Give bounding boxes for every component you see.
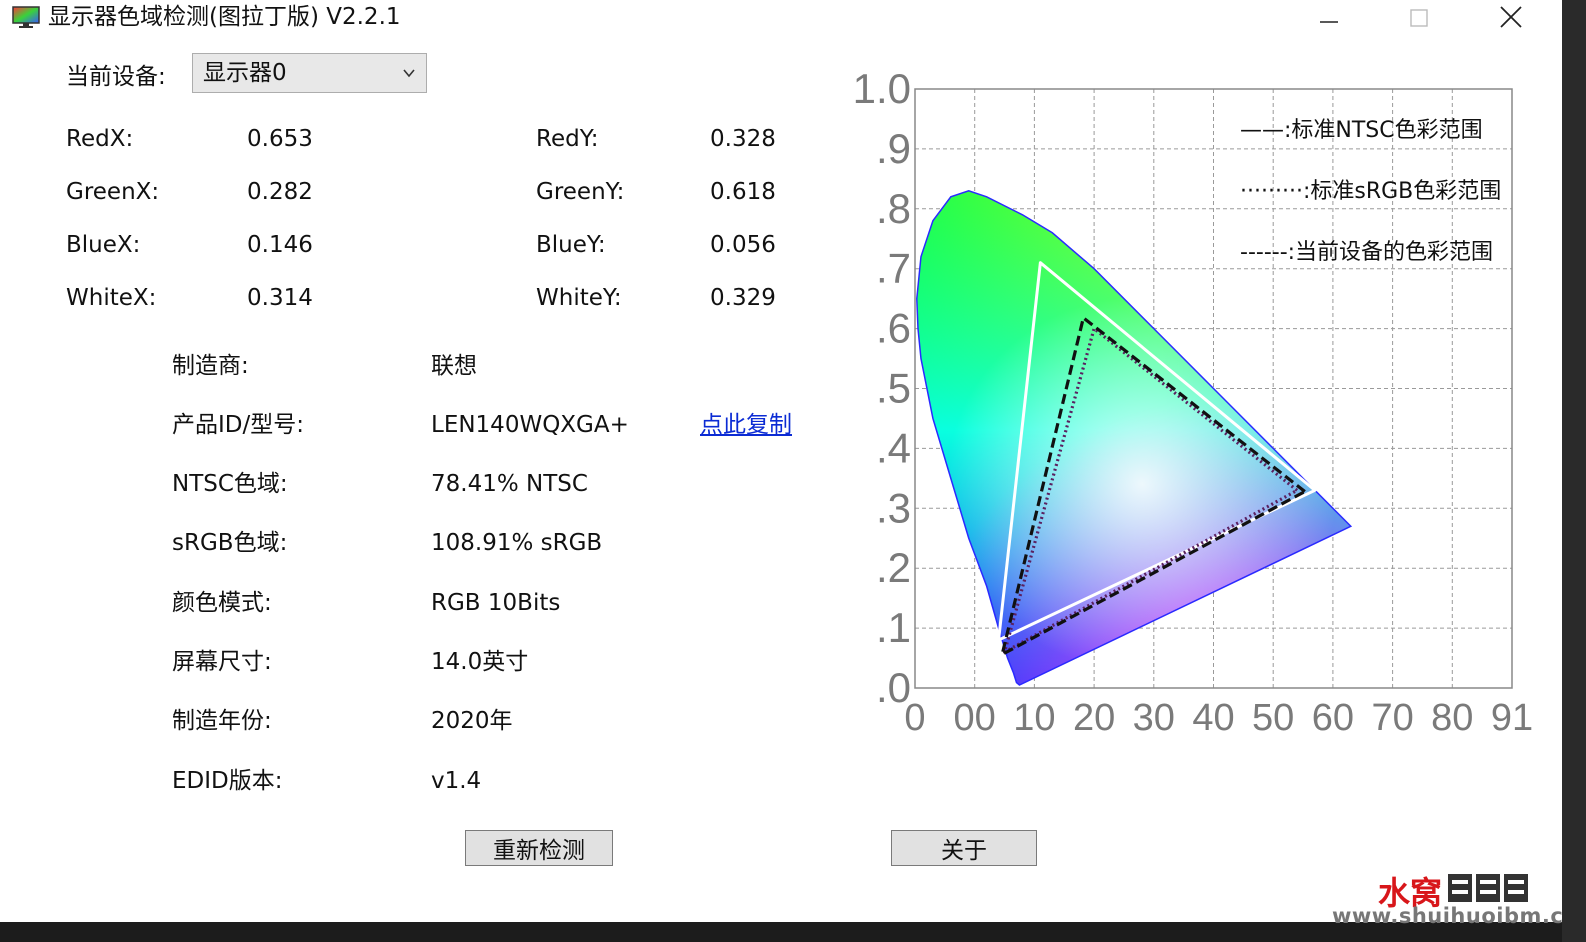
srgb-gamut-label: sRGB色域: xyxy=(172,530,288,556)
red-y-label: RedY: xyxy=(536,126,599,152)
device-select-value: 显示器0 xyxy=(203,60,287,86)
x-tick-label: 0 xyxy=(904,697,925,732)
green-x-value: 0.282 xyxy=(247,179,313,205)
manufacture-year-label: 制造年份: xyxy=(172,708,272,734)
product-id-label: 产品ID/型号: xyxy=(172,412,304,438)
x-tick-label: 91 xyxy=(1491,697,1533,732)
copy-link[interactable]: 点此复制 xyxy=(700,410,792,440)
cie-chromaticity-chart: .0.1.2.3.4.5.6.7.8.91.00 00 10 20 30 40 50 60 70… xyxy=(853,65,1534,732)
white-y-label: WhiteY: xyxy=(536,285,622,311)
edid-version-value: v1.4 xyxy=(431,768,482,794)
edid-version-label: EDID版本: xyxy=(172,768,283,794)
blue-x-label: BlueX: xyxy=(66,232,141,258)
screen-size-label: 屏幕尺寸: xyxy=(172,649,272,675)
device-select[interactable]: 显示器0 xyxy=(192,53,427,93)
about-button[interactable]: 关于 xyxy=(891,830,1037,866)
manufacturer-value: 联想 xyxy=(431,353,477,379)
green-y-value: 0.618 xyxy=(710,179,776,205)
x-tick-label: 30 xyxy=(1133,697,1175,732)
manufacturer-label: 制造商: xyxy=(172,353,249,379)
white-x-label: WhiteX: xyxy=(66,285,157,311)
title-bar[interactable]: 显示器色域检测(图拉丁版) V2.2.1 xyxy=(0,0,1562,36)
blue-y-value: 0.056 xyxy=(710,232,776,258)
y-tick-label: .9 xyxy=(876,125,911,172)
x-tick-label: 10 xyxy=(1013,697,1055,732)
spectral-locus-fill xyxy=(916,190,1351,686)
product-id-value: LEN140WQXGA+ xyxy=(431,412,629,438)
y-tick-label: .6 xyxy=(876,305,911,352)
y-tick-label: .2 xyxy=(876,544,911,591)
manufacture-year-value: 2020年 xyxy=(431,708,513,734)
red-x-label: RedX: xyxy=(66,126,134,152)
app-window: 显示器色域检测(图拉丁版) V2.2.1 当前设备: 显示器0 RedX: 0.… xyxy=(0,0,1586,928)
red-x-value: 0.653 xyxy=(247,126,313,152)
y-tick-label: .5 xyxy=(876,365,911,412)
srgb-gamut-value: 108.91% sRGB xyxy=(431,530,603,556)
window-title: 显示器色域检测(图拉丁版) V2.2.1 xyxy=(48,4,401,30)
maximize-button[interactable] xyxy=(1384,0,1454,34)
maximize-icon xyxy=(1410,9,1428,27)
desktop-edge xyxy=(1562,0,1586,942)
close-icon xyxy=(1500,6,1522,28)
ntsc-gamut-label: NTSC色域: xyxy=(172,471,288,497)
close-button[interactable] xyxy=(1476,0,1546,34)
ntsc-gamut-value: 78.41% NTSC xyxy=(431,471,588,497)
x-tick-label: 80 xyxy=(1431,697,1473,732)
device-label: 当前设备: xyxy=(66,64,166,90)
x-tick-label: 50 xyxy=(1252,697,1294,732)
minimize-button[interactable] xyxy=(1294,0,1364,34)
screen-size-value: 14.0英寸 xyxy=(431,649,529,675)
x-tick-label: 40 xyxy=(1192,697,1234,732)
color-mode-label: 颜色模式: xyxy=(172,590,272,616)
y-tick-label: 1.0 xyxy=(853,65,911,112)
minimize-icon xyxy=(1320,21,1338,23)
green-x-label: GreenX: xyxy=(66,179,160,205)
y-tick-label: .8 xyxy=(876,185,911,232)
redetect-button[interactable]: 重新检测 xyxy=(465,830,613,866)
x-tick-label: 00 xyxy=(954,697,996,732)
x-tick-label: 70 xyxy=(1371,697,1413,732)
x-tick-label: 20 xyxy=(1073,697,1115,732)
legend-ntsc: ——:标准NTSC色彩范围 xyxy=(1240,118,1483,143)
y-tick-label: .1 xyxy=(876,604,911,651)
blue-y-label: BlueY: xyxy=(536,232,606,258)
watermark-url: www.shuihuoibm.com xyxy=(1332,904,1586,928)
legend-device: ------:当前设备的色彩范围 xyxy=(1240,240,1494,265)
monitor-icon xyxy=(12,6,40,28)
green-y-label: GreenY: xyxy=(536,179,625,205)
red-y-value: 0.328 xyxy=(710,126,776,152)
chevron-down-icon xyxy=(403,69,415,78)
watermark-logo xyxy=(1448,874,1528,902)
y-tick-label: .7 xyxy=(876,245,911,292)
x-tick-label: 60 xyxy=(1312,697,1354,732)
color-mode-value: RGB 10Bits xyxy=(431,590,561,616)
white-x-value: 0.314 xyxy=(247,285,313,311)
y-tick-label: .3 xyxy=(876,484,911,531)
blue-x-value: 0.146 xyxy=(247,232,313,258)
legend-srgb: ·········:标准sRGB色彩范围 xyxy=(1240,179,1502,204)
white-y-value: 0.329 xyxy=(710,285,776,311)
y-tick-label: .4 xyxy=(876,424,911,471)
